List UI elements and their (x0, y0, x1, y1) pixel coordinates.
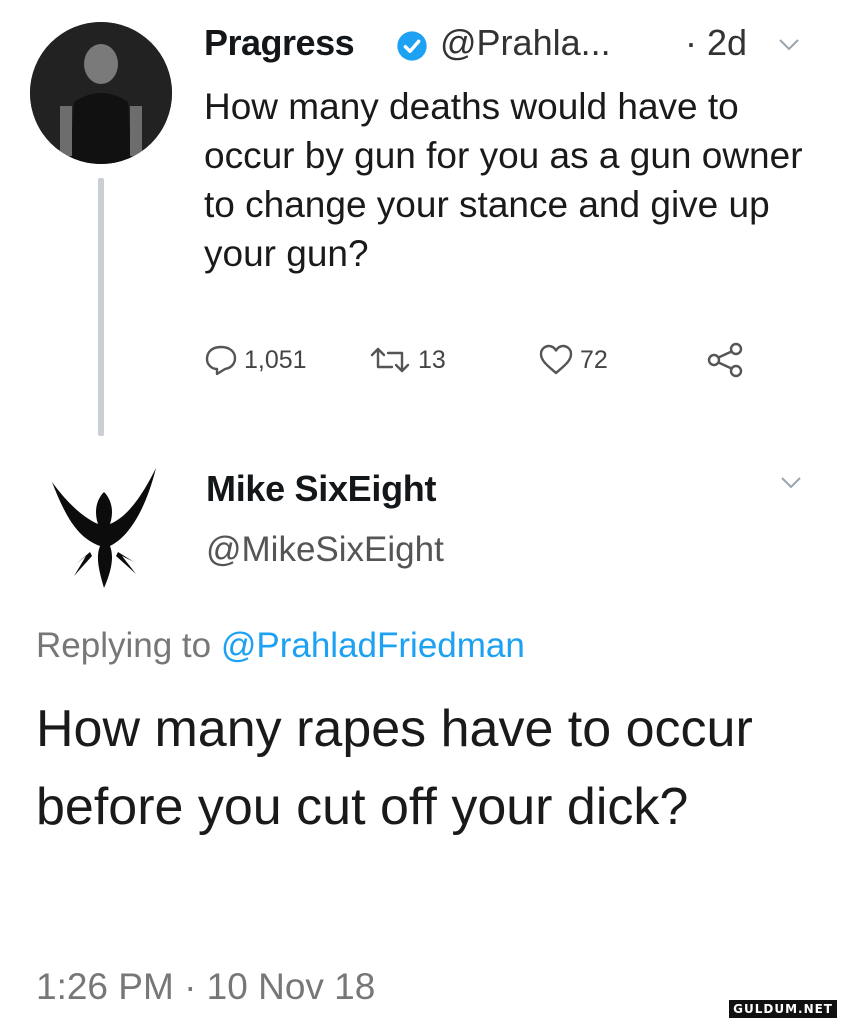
tweet2-handle[interactable]: @MikeSixEight (206, 530, 444, 570)
tweet2-display-name[interactable]: Mike SixEight (206, 468, 436, 510)
chevron-down-icon[interactable] (778, 38, 800, 52)
like-button[interactable]: 72 (538, 340, 608, 380)
thread-line (98, 178, 104, 436)
share-button[interactable] (706, 340, 746, 380)
retweet-button[interactable]: 13 (368, 340, 446, 380)
reply-icon (205, 345, 237, 376)
share-icon (707, 342, 743, 378)
reply-button[interactable]: 1,051 (204, 340, 307, 380)
avatar-pragress[interactable] (30, 22, 172, 164)
tweet1-handle[interactable]: @Prahla... (440, 22, 611, 64)
retweet-count: 13 (418, 345, 446, 374)
tweet1-display-name[interactable]: Pragress (204, 22, 355, 64)
watermark-logo: GULDUM.NET (729, 1000, 837, 1018)
replying-to-mention[interactable]: @PrahladFriedman (221, 626, 525, 665)
chevron-down-icon[interactable] (780, 476, 802, 490)
tweet2-timestamp[interactable]: 1:26 PM · 10 Nov 18 (36, 966, 375, 1008)
reply-count: 1,051 (244, 345, 307, 374)
like-icon (539, 344, 573, 375)
replying-to-label: Replying to (36, 626, 212, 665)
avatar-raven[interactable] (38, 460, 170, 592)
replying-to-line: Replying to @PrahladFriedman (36, 626, 525, 666)
retweet-icon (370, 347, 410, 373)
tweet1-time[interactable]: · 2d (685, 22, 747, 64)
tweet1-text: How many deaths would have to occur by g… (204, 86, 803, 274)
verified-badge-icon (397, 31, 427, 61)
like-count: 72 (580, 345, 608, 374)
tweet2-text: How many rapes have to occur before you … (36, 700, 753, 836)
